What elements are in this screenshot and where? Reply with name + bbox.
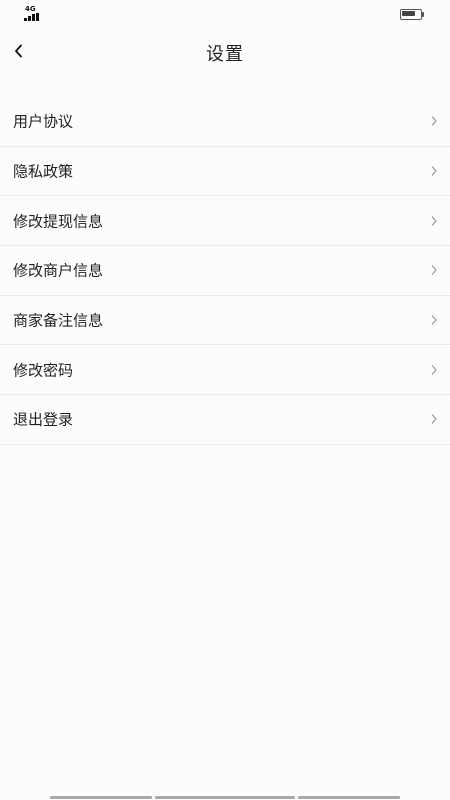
- page-title: 设置: [206, 44, 244, 65]
- menu-item-logout[interactable]: 退出登录: [0, 395, 450, 445]
- network-type-label: 4G: [25, 5, 36, 13]
- menu-item-privacy-policy[interactable]: 隐私政策: [0, 146, 450, 197]
- home-indicator-right: [298, 796, 400, 799]
- chevron-right-icon: [431, 166, 437, 176]
- menu-item-label: 修改提现信息: [13, 212, 104, 231]
- chevron-right-icon: [431, 215, 437, 226]
- menu-item-change-password[interactable]: 修改密码: [0, 345, 450, 396]
- chevron-right-icon: [431, 265, 437, 276]
- menu-item-label: 用户协议: [13, 112, 74, 131]
- home-indicator-left: [50, 796, 152, 799]
- menu-item-label: 修改密码: [13, 361, 74, 380]
- menu-item-edit-withdrawal-info[interactable]: 修改提现信息: [0, 196, 450, 247]
- status-bar: 4G: [0, 0, 450, 28]
- chevron-right-icon: [431, 364, 437, 375]
- battery-icon: [400, 9, 424, 20]
- chevron-right-icon: [431, 315, 437, 325]
- menu-item-label: 隐私政策: [13, 162, 74, 181]
- menu-item-edit-merchant-info[interactable]: 修改商户信息: [0, 246, 450, 296]
- chevron-right-icon: [431, 116, 437, 127]
- settings-menu-list: 用户协议 隐私政策 修改提现信息 修改商户信息 商家备注信息 修改密码 退出登录: [0, 97, 450, 445]
- battery-level: [402, 11, 415, 16]
- nav-bar: 设置: [0, 30, 450, 74]
- signal-strength-icon: [24, 13, 44, 21]
- menu-item-label: 商家备注信息: [13, 311, 104, 330]
- menu-item-label: 修改商户信息: [13, 261, 104, 280]
- chevron-right-icon: [431, 414, 437, 425]
- settings-screen: 4G 设置 用户协议 隐私政策 修改提现信息 修改商户信息 商家备注信息 修改密…: [0, 0, 450, 800]
- network-indicator: 4G: [24, 5, 44, 23]
- menu-item-merchant-notes[interactable]: 商家备注信息: [0, 295, 450, 346]
- home-indicator-center: [155, 796, 295, 799]
- menu-item-user-agreement[interactable]: 用户协议: [0, 97, 450, 147]
- menu-item-label: 退出登录: [13, 410, 74, 429]
